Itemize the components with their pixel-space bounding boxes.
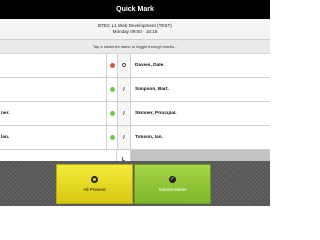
student-row-left-name[interactable] xyxy=(0,78,107,101)
student-name[interactable]: Simpson, Bart. xyxy=(131,87,270,92)
status-dot-icon xyxy=(107,54,117,77)
session-time: Monday 09:00 - 16:15 xyxy=(112,29,158,34)
student-row[interactable]: lan. / Timson, Ian. xyxy=(0,126,270,150)
student-row-left-name[interactable]: ner. xyxy=(0,102,107,125)
all-present-label: All Present xyxy=(83,187,106,192)
session-header: BTEC L1 Web Development (TEST) Monday 09… xyxy=(0,19,270,40)
attendance-mark[interactable]: / xyxy=(117,126,131,149)
submit-marks-button[interactable]: ✓ Submit Marks xyxy=(134,164,211,204)
instruction-text: Tap a student's name to toggle through m… xyxy=(0,40,270,54)
checkmark-icon: ✓ xyxy=(169,176,176,183)
student-row-left-name[interactable]: lan. xyxy=(0,126,107,149)
status-dot-icon xyxy=(107,78,117,101)
app-title: Quick Mark xyxy=(0,0,270,19)
student-list: O Davies, Dale. / Simpson, Bart. ner. / … xyxy=(0,54,270,170)
submit-marks-label: Submit Marks xyxy=(158,187,187,192)
student-name[interactable]: Timson, Ian. xyxy=(131,135,270,140)
all-present-button[interactable]: All Present xyxy=(56,164,133,204)
status-dot-icon xyxy=(107,126,117,149)
status-dot-icon xyxy=(107,102,117,125)
student-row[interactable]: ner. / Skinner, Principal. xyxy=(0,102,270,126)
student-row-left-name[interactable] xyxy=(0,54,107,77)
attendance-mark[interactable]: O xyxy=(117,54,131,77)
student-name[interactable]: Skinner, Principal. xyxy=(131,111,270,116)
attendance-mark[interactable]: / xyxy=(117,78,131,101)
attendance-mark[interactable]: / xyxy=(117,102,131,125)
student-name[interactable]: Davies, Dale. xyxy=(131,63,270,68)
student-row[interactable]: / Simpson, Bart. xyxy=(0,78,270,102)
student-row[interactable]: O Davies, Dale. xyxy=(0,54,270,78)
circle-dot-icon xyxy=(91,176,98,183)
